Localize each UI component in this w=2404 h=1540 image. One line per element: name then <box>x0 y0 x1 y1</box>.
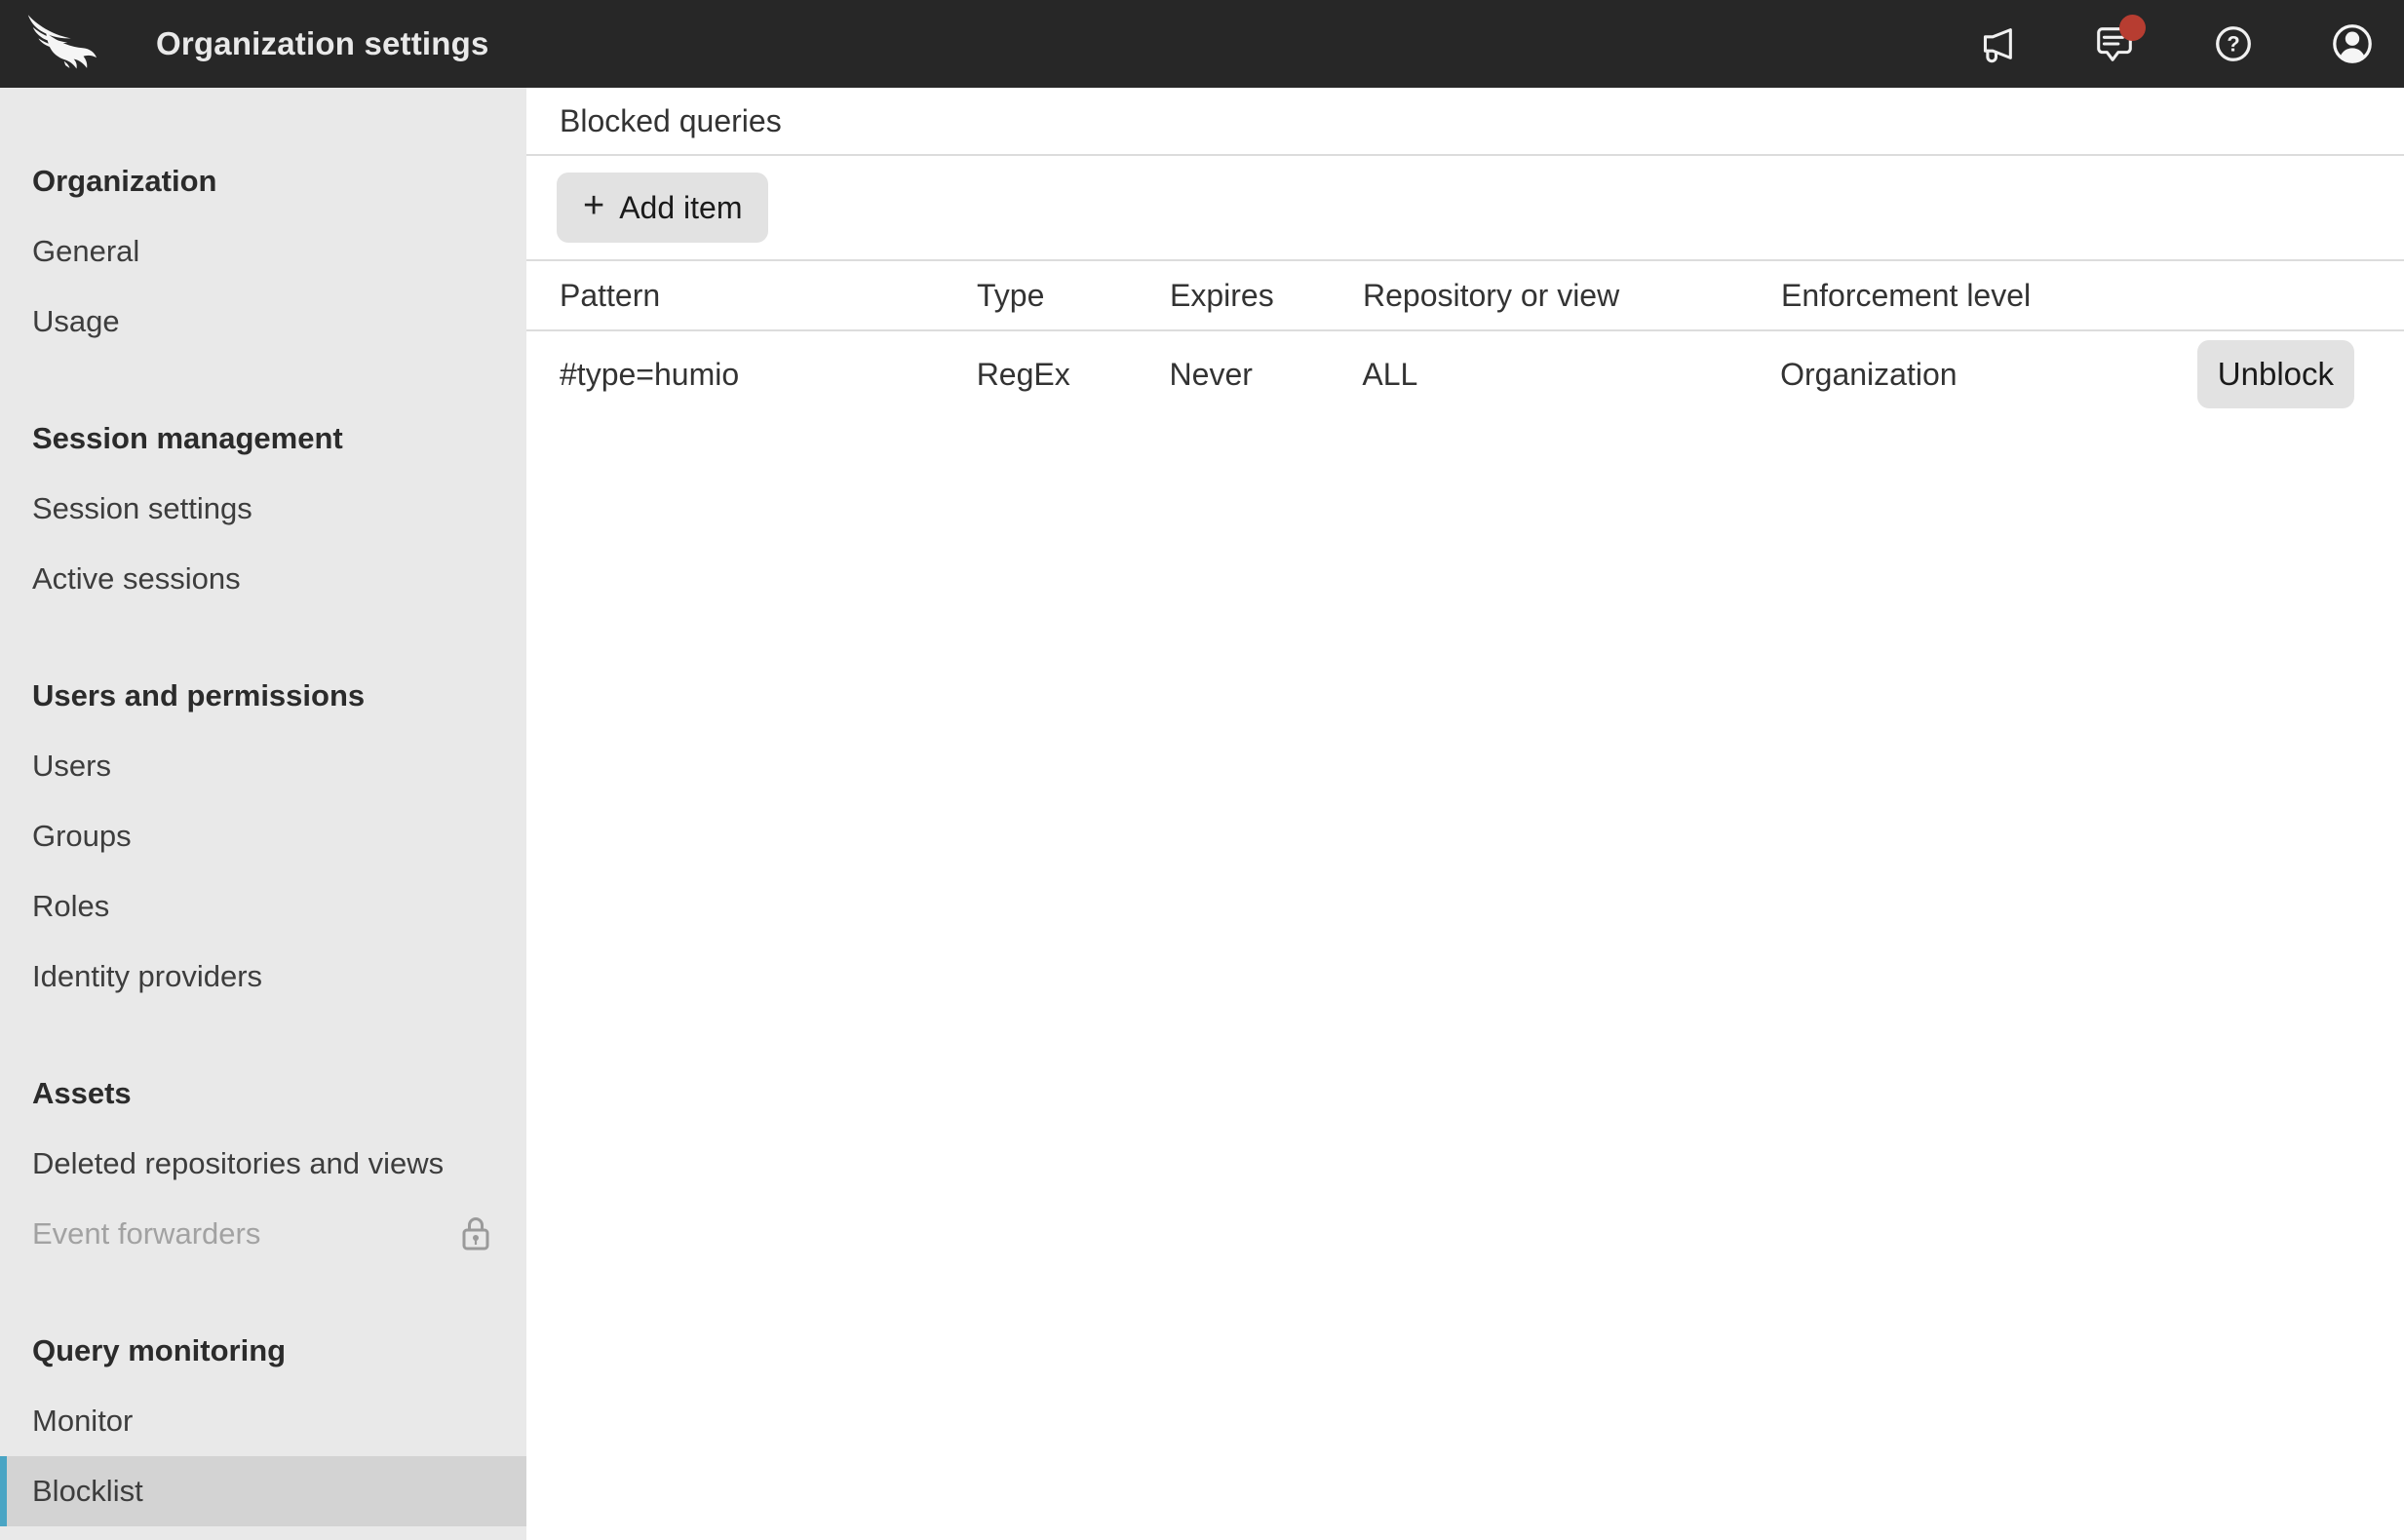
messages-icon[interactable] <box>2092 15 2146 66</box>
column-header-pattern: Pattern <box>560 277 661 313</box>
topbar-icon-group: ? <box>1973 15 2404 66</box>
column-header-repository: Repository or view <box>1363 277 1620 313</box>
main-content: Blocked queries + Add item Pattern Type … <box>526 88 2404 1540</box>
content-header: Blocked queries <box>526 88 2404 156</box>
page-title: Organization settings <box>156 25 489 61</box>
active-item-indicator <box>0 1456 7 1526</box>
unblock-button[interactable]: Unblock <box>2196 340 2355 408</box>
svg-text:?: ? <box>2227 32 2239 57</box>
crowdstrike-falcon-logo[interactable] <box>25 11 101 77</box>
add-item-button[interactable]: + Add item <box>557 173 769 243</box>
sidebar-section-assets: Assets Deleted repositories and views Ev… <box>0 1059 526 1269</box>
plus-icon: + <box>583 185 605 226</box>
add-item-label: Add item <box>619 189 743 225</box>
section-header-session-management: Session management <box>32 421 343 455</box>
sidebar-section-organization: Organization General Usage <box>0 146 526 357</box>
sidebar-item-deleted-repositories[interactable]: Deleted repositories and views <box>0 1129 526 1199</box>
sidebar-item-users[interactable]: Users <box>0 731 526 801</box>
sidebar-section-users-permissions: Users and permissions Users Groups Roles… <box>0 661 526 1012</box>
user-avatar-icon[interactable] <box>2330 21 2375 66</box>
sidebar-item-active-sessions[interactable]: Active sessions <box>0 544 526 614</box>
cell-type: RegEx <box>976 356 1070 392</box>
sidebar-item-blocklist[interactable]: Blocklist <box>0 1456 526 1526</box>
help-icon[interactable]: ? <box>2211 21 2256 66</box>
cell-enforcement: Organization <box>1780 356 1958 392</box>
cell-expires: Never <box>1169 356 1253 392</box>
topbar: Organization settings ? <box>0 0 2404 88</box>
megaphone-icon[interactable] <box>1973 21 2018 66</box>
sidebar-section-session-management: Session management Session settings Acti… <box>0 404 526 614</box>
sidebar-item-event-forwarders[interactable]: Event forwarders <box>0 1199 526 1269</box>
sidebar-section-query-monitoring: Query monitoring Monitor Blocklist <box>0 1316 526 1526</box>
column-header-enforcement: Enforcement level <box>1781 277 2032 313</box>
toolbar: + Add item <box>526 156 2404 261</box>
column-header-expires: Expires <box>1170 277 1274 313</box>
section-header-query-monitoring: Query monitoring <box>32 1333 287 1367</box>
unread-notification-dot <box>2119 15 2146 41</box>
cell-pattern: #type=humio <box>560 356 740 392</box>
column-header-type: Type <box>977 277 1045 313</box>
content-heading: Blocked queries <box>560 102 782 138</box>
sidebar-item-monitor[interactable]: Monitor <box>0 1386 526 1456</box>
sidebar-item-roles[interactable]: Roles <box>0 871 526 942</box>
sidebar-item-label: Event forwarders <box>32 1216 261 1251</box>
section-header-users-permissions: Users and permissions <box>32 678 366 712</box>
sidebar-item-identity-providers[interactable]: Identity providers <box>0 942 526 1012</box>
lock-icon <box>460 1214 491 1253</box>
settings-sidebar: Organization General Usage Session manag… <box>0 88 526 1540</box>
table-row: #type=humio RegEx Never ALL Organization… <box>526 331 2404 417</box>
cell-repository: ALL <box>1362 356 1418 392</box>
section-header-organization: Organization <box>32 164 217 198</box>
section-header-assets: Assets <box>32 1076 132 1110</box>
sidebar-item-label: Blocklist <box>32 1474 143 1508</box>
sidebar-item-usage[interactable]: Usage <box>0 287 526 357</box>
sidebar-item-session-settings[interactable]: Session settings <box>0 474 526 544</box>
cell-actions: Unblock <box>2196 340 2404 408</box>
sidebar-item-general[interactable]: General <box>0 216 526 287</box>
sidebar-item-groups[interactable]: Groups <box>0 801 526 871</box>
table-header-row: Pattern Type Expires Repository or view … <box>526 261 2404 331</box>
